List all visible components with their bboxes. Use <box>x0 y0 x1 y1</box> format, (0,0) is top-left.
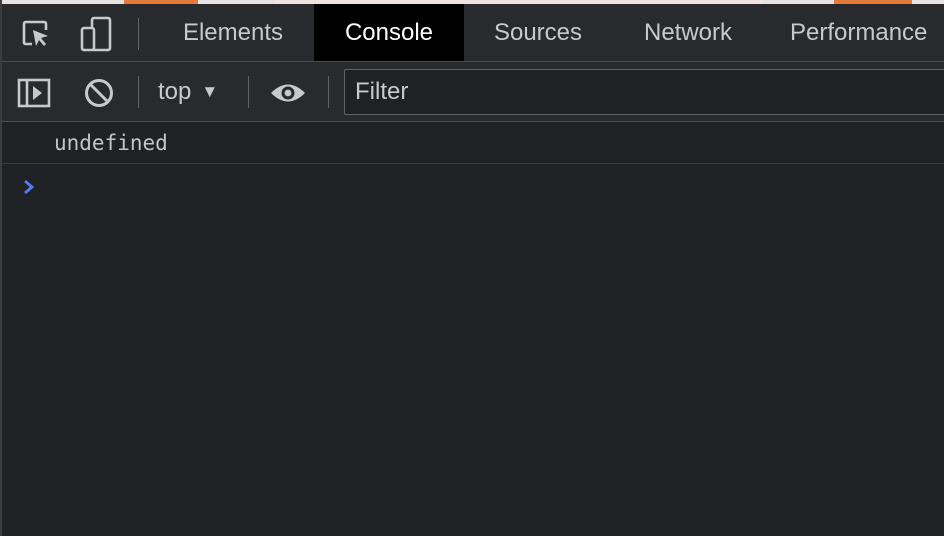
console-prompt[interactable] <box>2 165 944 209</box>
tab-network[interactable]: Network <box>622 4 754 61</box>
dropdown-caret-icon: ▼ <box>201 82 219 101</box>
show-sidebar-icon <box>17 78 51 108</box>
console-output: undefined <box>2 122 944 536</box>
tab-console[interactable]: Console <box>314 4 464 61</box>
console-toolbar: top ▼ <box>2 62 944 122</box>
toolbar-divider <box>248 76 249 108</box>
inspect-element-icon <box>22 20 48 46</box>
tab-bar-divider <box>138 18 139 50</box>
toolbar-divider <box>138 76 139 108</box>
tab-performance[interactable]: Performance <box>778 4 944 61</box>
create-live-expression-button[interactable] <box>268 76 308 110</box>
devtools-panel: Elements Console Sources Network Perform… <box>0 0 944 536</box>
context-label: top <box>158 78 192 105</box>
context-selector[interactable]: top ▼ <box>158 76 218 108</box>
chevron-right-icon <box>24 179 35 195</box>
tab-elements[interactable]: Elements <box>160 4 306 61</box>
device-toolbar-button[interactable] <box>76 14 116 54</box>
clear-console-button[interactable] <box>82 76 116 110</box>
device-toolbar-icon <box>80 16 112 52</box>
toolbar-divider <box>328 76 329 108</box>
eye-icon <box>271 84 305 102</box>
tab-sources[interactable]: Sources <box>472 4 604 61</box>
show-sidebar-button[interactable] <box>16 76 52 110</box>
devtools-tab-bar: Elements Console Sources Network Perform… <box>2 4 944 62</box>
inspect-element-button[interactable] <box>16 14 56 54</box>
filter-input[interactable] <box>344 69 944 115</box>
console-message-text: undefined <box>54 130 168 155</box>
console-message: undefined <box>2 122 944 164</box>
clear-console-icon <box>85 79 113 107</box>
